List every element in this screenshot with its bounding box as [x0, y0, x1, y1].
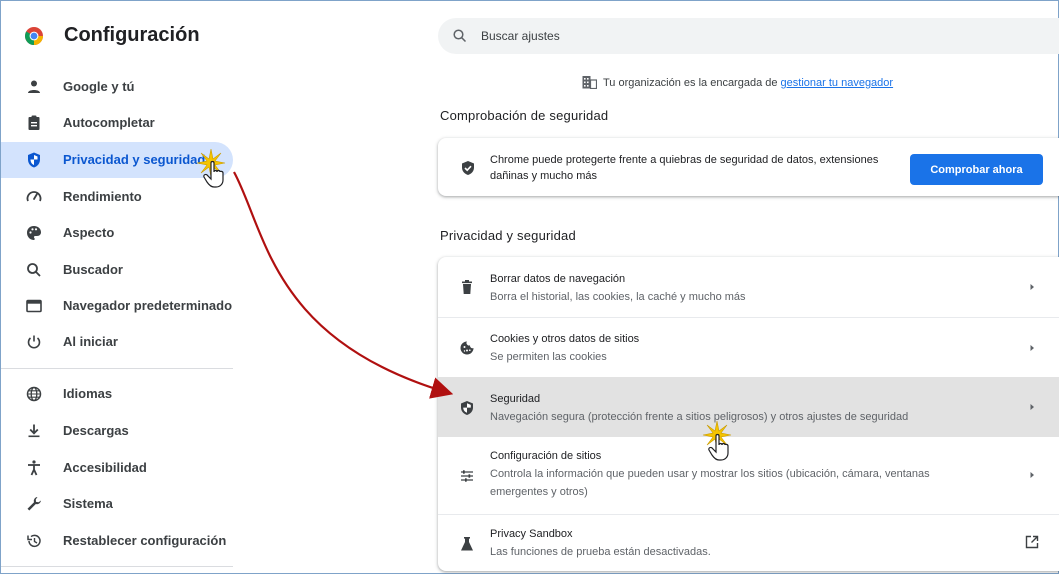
chevron-right-icon — [1030, 472, 1034, 478]
globe-icon — [26, 386, 42, 402]
managed-notice: Tu organización es la encargada de gesti… — [582, 75, 893, 89]
annotation-arrow — [233, 171, 454, 399]
row-privacy-sandbox[interactable]: Privacy Sandbox Las funciones de prueba … — [438, 515, 1059, 571]
palette-icon — [27, 226, 41, 240]
clipboard-icon — [28, 115, 40, 130]
sidebar-item-label: Rendimiento — [63, 189, 142, 204]
row-subtitle: Se permiten las cookies — [490, 351, 607, 363]
security-shield-icon — [461, 401, 473, 415]
row-title: Cookies y otros datos de sitios — [490, 333, 640, 345]
sidebar-item-label: Navegador predeterminado — [63, 298, 233, 313]
sidebar-item-label: Idiomas — [63, 386, 113, 401]
check-now-button[interactable]: Comprobar ahora — [910, 154, 1043, 185]
safety-check-heading: Comprobación de seguridad — [440, 108, 609, 123]
page-title: Configuración — [64, 24, 200, 46]
chrome-logo-icon — [25, 27, 43, 45]
row-clear-browsing-data[interactable]: Borrar datos de navegación Borra el hist… — [438, 257, 1059, 317]
sidebar-item-sistema[interactable]: Sistema — [1, 486, 233, 522]
sidebar-item-label: Sistema — [63, 496, 113, 511]
person-icon — [28, 80, 40, 93]
sidebar-item-aspecto[interactable]: Aspecto — [1, 215, 233, 251]
wrench-icon — [27, 497, 41, 511]
accessibility-icon — [28, 460, 40, 476]
sidebar: Configuración Google y tú Autocompletar … — [1, 1, 233, 574]
sidebar-item-label: Autocompletar — [63, 115, 155, 130]
sidebar-item-idiomas[interactable]: Idiomas — [1, 376, 233, 412]
row-title: Privacy Sandbox — [490, 528, 573, 540]
sidebar-item-rendimiento[interactable]: Rendimiento — [1, 179, 233, 215]
sidebar-item-label: Buscador — [63, 262, 123, 277]
managed-notice-text: Tu organización es la encargada de — [603, 77, 781, 89]
sidebar-item-al-iniciar[interactable]: Al iniciar — [1, 324, 233, 360]
flask-icon — [461, 537, 473, 551]
row-title: Borrar datos de navegación — [490, 273, 626, 285]
sidebar-divider — [1, 566, 233, 567]
trash-icon — [462, 280, 472, 294]
speedometer-icon — [26, 191, 42, 202]
row-subtitle: Controla la información que pueden usar … — [490, 468, 930, 498]
safety-check-card: Chrome puede protegerte frente a quiebra… — [438, 138, 1059, 196]
search-icon — [27, 263, 41, 277]
row-title: Configuración de sitios — [490, 450, 602, 462]
chevron-right-icon — [1030, 284, 1034, 290]
sidebar-item-navegador-predeterminado[interactable]: Navegador predeterminado — [1, 288, 233, 324]
safety-check-description: Chrome puede protegerte frente a quiebra… — [490, 154, 879, 182]
row-title: Seguridad — [490, 393, 541, 405]
privacy-heading: Privacidad y seguridad — [440, 228, 576, 243]
browser-window-icon — [26, 299, 42, 313]
privacy-card: Borrar datos de navegación Borra el hist… — [438, 257, 1059, 571]
manage-browser-link[interactable]: gestionar tu navegador — [781, 77, 894, 89]
cookie-icon — [460, 341, 474, 355]
row-subtitle: Las funciones de prueba están desactivad… — [490, 546, 711, 558]
brand: Configuración — [1, 1, 233, 65]
shield-icon — [28, 152, 40, 168]
sidebar-item-accesibilidad[interactable]: Accesibilidad — [1, 450, 233, 486]
shield-check-icon — [462, 161, 474, 175]
sliders-icon — [461, 470, 473, 482]
search-icon — [453, 29, 467, 43]
sidebar-item-label: Al iniciar — [63, 334, 118, 349]
sidebar-item-label: Google y tú — [63, 79, 135, 94]
sidebar-item-label: Restablecer configuración — [63, 533, 227, 548]
sidebar-item-google-y-tu[interactable]: Google y tú — [1, 69, 233, 105]
chevron-right-icon — [1030, 404, 1034, 410]
sidebar-item-privacidad[interactable]: Privacidad y seguridad — [1, 142, 233, 178]
building-icon — [582, 76, 597, 89]
sidebar-item-label: Privacidad y seguridad — [63, 152, 206, 167]
sidebar-item-buscador[interactable]: Buscador — [1, 252, 233, 288]
sidebar-item-autocompletar[interactable]: Autocompletar — [1, 105, 233, 141]
restore-icon — [27, 534, 41, 548]
chevron-right-icon — [1030, 345, 1034, 351]
row-security[interactable]: Seguridad Navegación segura (protección … — [438, 377, 1059, 437]
download-icon — [28, 424, 40, 438]
row-subtitle: Borra el historial, las cookies, la cach… — [490, 291, 746, 303]
external-link-icon — [1025, 535, 1039, 549]
sidebar-item-label: Descargas — [63, 423, 129, 438]
search-input[interactable]: Buscar ajustes — [438, 18, 1059, 54]
row-cookies[interactable]: Cookies y otros datos de sitios Se permi… — [438, 318, 1059, 377]
power-icon — [27, 335, 41, 349]
row-subtitle: Navegación segura (protección frente a s… — [490, 411, 909, 423]
sidebar-divider — [1, 368, 233, 369]
row-site-settings[interactable]: Configuración de sitios Controla la info… — [438, 437, 1059, 514]
sidebar-item-restablecer[interactable]: Restablecer configuración — [1, 523, 233, 559]
sidebar-item-label: Aspecto — [63, 225, 115, 240]
sidebar-item-label: Accesibilidad — [63, 460, 147, 475]
sidebar-item-descargas[interactable]: Descargas — [1, 413, 233, 449]
search-placeholder: Buscar ajustes — [481, 29, 560, 43]
